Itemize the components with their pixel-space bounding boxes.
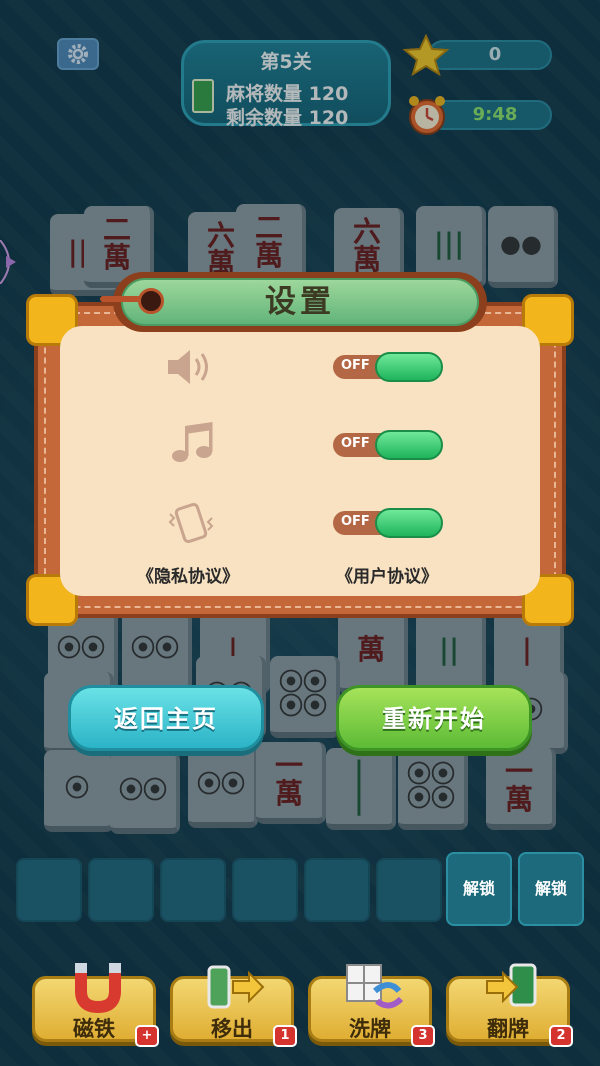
magnet-icon — [75, 963, 121, 1013]
remove-tool-button[interactable]: 移出 1 — [170, 965, 297, 1047]
shuffle-icon — [346, 964, 404, 1009]
unlock-slot-button[interactable]: 解锁 — [446, 852, 512, 926]
flip-tool-button[interactable]: 翻牌 2 — [446, 963, 573, 1047]
toggle-state: OFF — [341, 436, 370, 451]
magnet-tool-button[interactable]: 磁铁 + — [32, 963, 159, 1047]
title-pin — [138, 288, 164, 314]
toggle-state: OFF — [341, 514, 370, 529]
sound-toggle[interactable]: OFF — [333, 352, 443, 382]
shuffle-tool-button[interactable]: 洗牌 3 — [308, 964, 435, 1047]
music-note-icon — [166, 420, 220, 466]
tool-count-badge: 3 — [411, 1025, 435, 1047]
vibration-toggle[interactable]: OFF — [333, 508, 443, 538]
settings-dialog-panel — [60, 326, 540, 596]
vibration-icon — [164, 500, 218, 546]
tray-slot — [376, 858, 442, 922]
speaker-icon — [164, 344, 218, 390]
flip-card-icon — [486, 963, 537, 1007]
toggle-knob — [375, 352, 443, 382]
toggle-state: OFF — [341, 358, 370, 373]
music-toggle[interactable]: OFF — [333, 430, 443, 460]
tool-count-badge: 1 — [273, 1025, 297, 1047]
tool-count-badge: + — [135, 1025, 159, 1047]
tray-slot — [16, 858, 82, 922]
move-out-icon — [207, 965, 265, 1009]
dialog-title: 设置 — [121, 278, 479, 326]
user-agreement-link[interactable]: 《用户协议》 — [336, 562, 438, 587]
restart-button[interactable]: 重新开始 — [336, 685, 532, 751]
tray-slot — [304, 858, 370, 922]
toggle-knob — [375, 508, 443, 538]
privacy-policy-link[interactable]: 《隐私协议》 — [137, 562, 239, 587]
tray-slot — [232, 858, 298, 922]
unlock-slot-button[interactable]: 解锁 — [518, 852, 584, 926]
tray-slot — [88, 858, 154, 922]
tool-count-badge: 2 — [549, 1025, 573, 1047]
return-home-button[interactable]: 返回主页 — [68, 685, 264, 751]
tray-slot — [160, 858, 226, 922]
toggle-knob — [375, 430, 443, 460]
